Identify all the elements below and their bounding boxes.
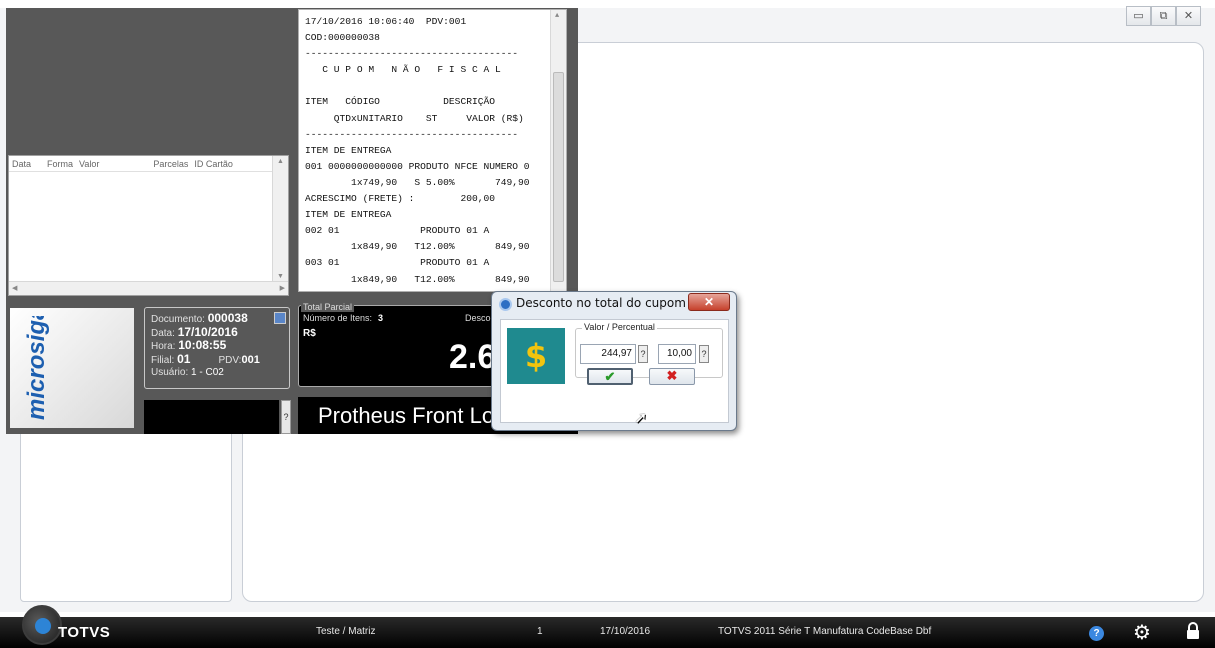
receipt-line: ------------------------------------- <box>305 128 519 140</box>
col-valor: Valor <box>79 159 100 169</box>
receipt-lines: 17/10/2016 10:06:40 PDV:001 COD:000000038… <box>305 14 550 288</box>
receipt-line: COD:000000038 <box>305 32 380 44</box>
doc-label: Documento: <box>151 314 205 325</box>
message-area <box>144 400 279 434</box>
scroll-down-icon[interactable]: ▼ <box>277 273 284 280</box>
taskbar: TOTVS Teste / Matriz 1 17/10/2016 TOTVS … <box>0 605 1215 648</box>
microsiga-logo-text: microsiga <box>23 316 50 420</box>
receipt-panel[interactable]: 17/10/2016 10:06:40 PDV:001 COD:000000038… <box>298 9 567 292</box>
receipt-line: 002 01 PRODUTO 01 A <box>305 225 490 237</box>
confirm-button[interactable]: ✔ <box>587 368 633 385</box>
discount-label: Desco <box>465 313 491 323</box>
percent-help-button[interactable]: ? <box>699 345 709 363</box>
receipt-line <box>305 78 550 94</box>
doc-number: 000038 <box>207 311 248 325</box>
payments-vscroll[interactable]: ▲ ▼ <box>272 156 288 282</box>
product-label: TOTVS 2011 Série T Manufatura CodeBase D… <box>718 626 932 637</box>
col-parcelas: Parcelas <box>153 159 189 169</box>
number-label: 1 <box>537 626 543 637</box>
branch-label: Filial: <box>151 354 175 366</box>
date-label: Data: <box>151 327 175 339</box>
lock-icon[interactable] <box>1186 622 1200 640</box>
document-info: Documento: 000038 Data: 17/10/2016 Hora:… <box>144 307 290 389</box>
restore-button[interactable]: ⧉ <box>1151 6 1176 26</box>
microsiga-logo: microsiga <box>10 308 134 428</box>
receipt-line: QTDxUNITARIO ST VALOR (R$) <box>305 112 524 124</box>
time-label: Hora: <box>151 341 176 352</box>
receipt-line: 1x849,90 T12.00% 849,90 <box>305 241 530 253</box>
dialog-close-button[interactable]: ✕ <box>688 293 730 311</box>
user-label: Usuário: <box>151 367 189 378</box>
discount-percent-input[interactable]: 10,00 <box>658 344 696 364</box>
receipt-line: ACRESCIMO (FRETE) : 200,00 <box>305 193 495 205</box>
total-value: 2.6 <box>449 338 497 376</box>
discount-icon: $ <box>507 328 565 384</box>
receipt-line: ITEM DE ENTREGA <box>305 144 392 156</box>
receipt-line: 1x849,90 T12.00% 849,90 <box>305 273 530 285</box>
items-count: Número de Itens: 3 <box>303 313 383 323</box>
time-value: 10:08:55 <box>178 338 227 352</box>
col-id-cartao: ID Cartão <box>194 159 233 169</box>
window-controls: ▭ ⧉ ✕ <box>1126 6 1201 26</box>
receipt-line: 17/10/2016 10:06:40 PDV:001 <box>305 16 467 27</box>
receipt-line: 1x749,90 S 5.00% 749,90 <box>305 176 530 188</box>
scroll-up-icon[interactable]: ▲ <box>555 12 559 20</box>
discount-value-input[interactable]: 244,97 <box>580 344 636 364</box>
scroll-right-icon[interactable]: ▶ <box>280 284 285 292</box>
payments-hscroll[interactable]: ◀ ▶ <box>9 281 288 295</box>
top-strip <box>0 0 1215 8</box>
col-data: Data <box>12 159 32 169</box>
cancel-button[interactable]: ✖ <box>649 368 695 385</box>
receipt-line: ITEM CÓDIGO DESCRIÇÃO <box>305 96 495 108</box>
computer-icon <box>274 312 286 324</box>
col-forma: Forma <box>47 159 74 169</box>
brand-name: TOTVS <box>58 624 111 641</box>
receipt-line: 001 0000000000000 PRODUTO NFCE NUMERO 0 <box>305 160 530 172</box>
app-icon <box>499 298 512 311</box>
close-window-button[interactable]: ✕ <box>1176 6 1201 26</box>
payments-table[interactable]: Data Forma Valor Parcelas ID Cartão ▲ ▼ … <box>8 155 289 296</box>
pdv-value: 001 <box>241 353 260 366</box>
gear-icon[interactable]: ⚙ <box>1133 620 1151 644</box>
mouse-cursor-icon: ➚ <box>634 410 648 427</box>
pdv-label: PDV: <box>218 354 242 366</box>
scroll-thumb[interactable] <box>553 72 564 282</box>
discount-dialog: Desconto no total do cupom ✕ $ Valor / P… <box>491 291 737 431</box>
total-legend: Total Parcial <box>301 302 355 312</box>
items-label: Número de Itens: <box>303 313 373 323</box>
left-panel <box>20 426 232 602</box>
dialog-title: Desconto no total do cupom <box>516 296 686 310</box>
receipt-line: ITEM DE ENTREGA <box>305 209 392 221</box>
company-label: Teste / Matriz <box>316 626 376 637</box>
value-percent-label: Valor / Percentual <box>582 322 657 332</box>
dialog-body: $ Valor / Percentual 244,97 ? 10,00 ? ✔ … <box>500 319 729 423</box>
help-button[interactable]: ? <box>281 400 291 434</box>
scroll-up-icon[interactable]: ▲ <box>277 158 284 165</box>
receipt-vscroll[interactable]: ▲ <box>550 10 566 291</box>
receipt-line: 003 01 PRODUTO 01 A <box>305 257 490 269</box>
date-label: 17/10/2016 <box>600 626 651 637</box>
value-help-button[interactable]: ? <box>638 345 648 363</box>
items-value: 3 <box>378 313 384 323</box>
user-value: 1 - C02 <box>191 367 224 378</box>
help-icon[interactable]: ? <box>1089 626 1104 641</box>
totvs-logo-icon[interactable] <box>22 605 62 645</box>
currency-label: R$ <box>303 328 316 339</box>
scroll-left-icon[interactable]: ◀ <box>12 284 17 292</box>
branch-value: 01 <box>177 351 191 366</box>
receipt-line: ------------------------------------- <box>305 48 519 60</box>
minimize-button[interactable]: ▭ <box>1126 6 1151 26</box>
receipt-line: C U P O M N Ã O F I S C A L <box>305 64 501 76</box>
logo-text: microsiga <box>23 316 50 420</box>
date-value: 17/10/2016 <box>177 324 238 339</box>
payments-header: Data Forma Valor Parcelas ID Cartão <box>9 156 273 172</box>
